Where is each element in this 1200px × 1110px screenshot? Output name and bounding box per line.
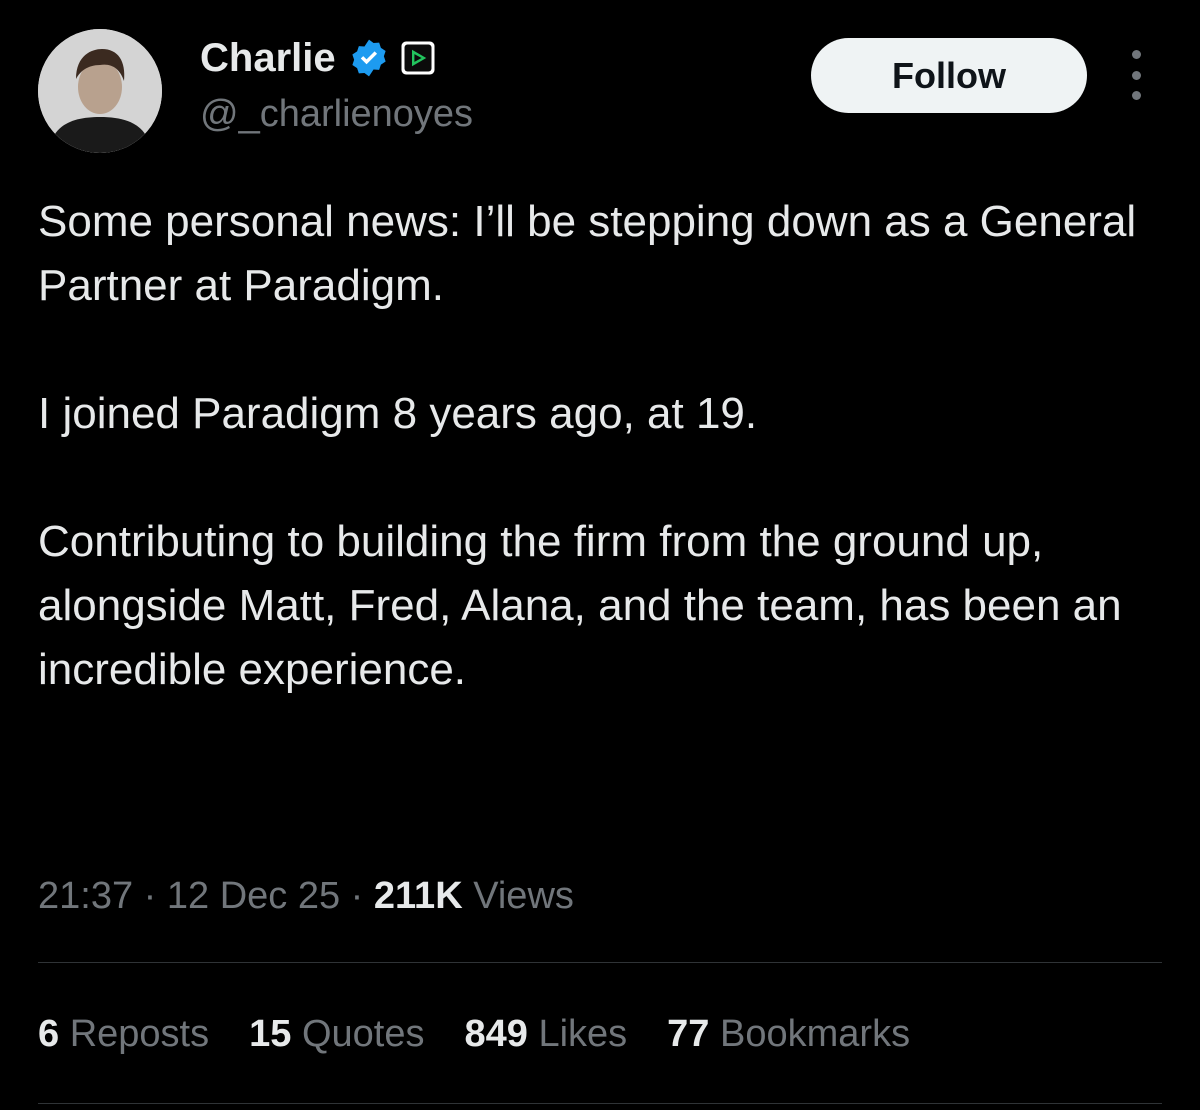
tweet-paragraph: Some personal news: I’ll be stepping dow… <box>38 197 1137 310</box>
author-handle[interactable]: @_charlienoyes <box>200 88 473 140</box>
stat-label: Bookmarks <box>720 1013 911 1055</box>
engagement-stats: 6 Reposts 15 Quotes 849 Likes 77 Bookmar… <box>38 1006 950 1062</box>
verified-badge-icon <box>351 39 386 77</box>
views-count: 211K <box>373 875 463 917</box>
dot <box>1131 50 1141 59</box>
dot <box>1131 70 1141 80</box>
author-name-row[interactable]: Charlie <box>200 30 436 86</box>
tweet-text: Some personal news: I’ll be stepping dow… <box>38 190 1168 702</box>
follow-button[interactable]: Follow <box>811 38 1087 113</box>
stat-label: Likes <box>538 1013 628 1055</box>
views-label: Views <box>473 875 574 917</box>
avatar[interactable] <box>38 29 162 153</box>
reposts-stat[interactable]: 6 Reposts <box>38 1006 209 1062</box>
tweet-metadata: 21:37 · 12 Dec 25 · 211K Views <box>38 868 574 924</box>
stat-label: Quotes <box>301 1013 425 1055</box>
stat-label: Reposts <box>69 1013 210 1055</box>
dot <box>1131 91 1141 100</box>
separator: · <box>340 875 374 917</box>
stat-count: 6 <box>38 1013 60 1055</box>
quotes-stat[interactable]: 15 Quotes <box>249 1006 424 1062</box>
separator: · <box>133 875 167 917</box>
stat-count: 77 <box>667 1013 710 1055</box>
stat-count: 15 <box>249 1013 292 1055</box>
tweet-date[interactable]: 12 Dec 25 <box>167 875 340 917</box>
stat-count: 849 <box>464 1013 528 1055</box>
tweet-time[interactable]: 21:37 <box>38 875 133 917</box>
tweet-paragraph: Contributing to building the firm from t… <box>38 517 1122 694</box>
more-options-icon[interactable] <box>1120 50 1152 100</box>
display-name[interactable]: Charlie <box>200 30 336 86</box>
divider <box>38 1103 1162 1104</box>
bookmarks-stat[interactable]: 77 Bookmarks <box>667 1006 910 1062</box>
affiliate-badge-icon[interactable] <box>400 40 436 76</box>
likes-stat[interactable]: 849 Likes <box>464 1006 627 1062</box>
tweet-paragraph: I joined Paradigm 8 years ago, at 19. <box>38 389 758 438</box>
divider <box>38 962 1162 963</box>
